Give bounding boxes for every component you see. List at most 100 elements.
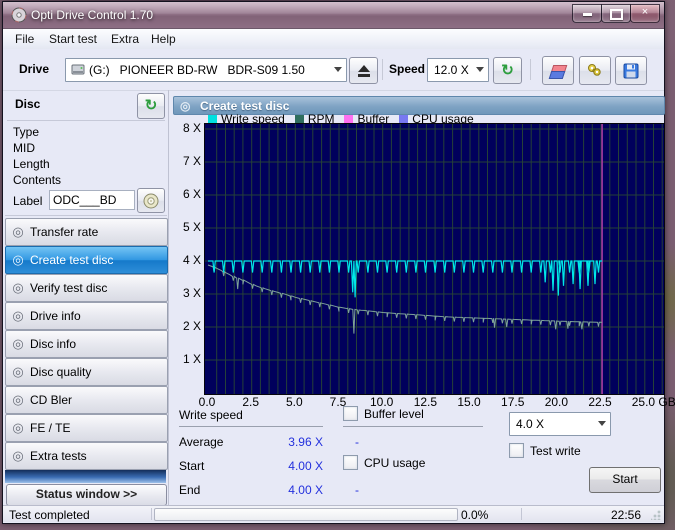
sidebar-item-disc-quality[interactable]: ◎ Disc quality: [5, 358, 168, 386]
divider: [343, 426, 483, 427]
maximize-button[interactable]: [601, 4, 631, 23]
resize-grip[interactable]: [651, 510, 661, 520]
sidebar-item-create-test-disc[interactable]: ◎ Create test disc: [5, 246, 168, 274]
y-tick-label: 8 X: [182, 121, 201, 135]
end-value: 4.00 X: [288, 483, 323, 497]
chevron-down-icon: [598, 421, 606, 426]
disc-length-label: Length: [13, 157, 50, 171]
license-keys-button[interactable]: [579, 56, 611, 85]
menu-file[interactable]: File: [9, 32, 40, 46]
test-write-label: Test write: [530, 443, 581, 458]
status-window-button[interactable]: Status window >>: [6, 484, 167, 506]
drive-select-value: (G:) PIONEER BD-RW BDR-S09 1.50: [89, 63, 305, 77]
eject-button[interactable]: [349, 57, 378, 84]
y-tick-label: 1 X: [182, 352, 201, 366]
buffer-level-label: Buffer level: [364, 406, 424, 421]
test-speed-select[interactable]: 4.0 X: [509, 412, 611, 436]
menu-extra[interactable]: Extra: [105, 32, 145, 46]
speed-label: Speed: [389, 62, 426, 76]
average-label: Average: [179, 435, 224, 449]
end-label: End: [179, 483, 201, 497]
title-bar[interactable]: Opti Drive Control 1.70 ×: [3, 2, 664, 29]
sidebar-item-label: Create test disc: [30, 253, 114, 267]
keys-icon: [588, 63, 601, 76]
erase-disc-button[interactable]: [542, 56, 574, 85]
status-bar: Test completed 0.0% 22:56: [3, 505, 664, 522]
drive-select[interactable]: (G:) PIONEER BD-RW BDR-S09 1.50: [65, 58, 347, 82]
x-tick-label: 5.0: [286, 395, 303, 409]
disc-icon: ◎: [12, 448, 24, 463]
divider: [5, 215, 167, 216]
sidebar-item-extra-tests[interactable]: ◎ Extra tests: [5, 442, 168, 470]
speed-select-value: 12.0 X: [434, 63, 469, 77]
status-text: Test completed: [9, 508, 90, 522]
disc-label-input[interactable]: [49, 190, 135, 210]
eraser-icon: [548, 64, 568, 79]
sidebar-item-label: Disc quality: [30, 365, 92, 379]
disc-icon: ◎: [12, 420, 24, 435]
sidebar-item-transfer-rate[interactable]: ◎ Transfer rate: [5, 218, 168, 246]
test-speed-value: 4.0 X: [516, 417, 545, 431]
app-window: Opti Drive Control 1.70 × File Start tes…: [2, 1, 675, 524]
x-tick-label: 20.0: [544, 395, 569, 409]
save-button[interactable]: [615, 56, 647, 85]
write-label-button[interactable]: [137, 188, 165, 213]
x-tick-label: 17.5: [501, 395, 525, 409]
buffer-level-value: -: [355, 435, 359, 449]
sidebar-item-verify-test-disc[interactable]: ◎ Verify test disc: [5, 274, 168, 302]
sidebar-item-label: Drive info: [30, 309, 81, 323]
disc-icon: ◎: [180, 99, 191, 113]
cd-icon: [143, 193, 159, 208]
menu-help[interactable]: Help: [145, 32, 182, 46]
y-tick-label: 3 X: [182, 286, 201, 300]
write-speed-chart: [204, 123, 665, 395]
disc-icon: ◎: [12, 336, 24, 351]
y-tick-label: 2 X: [182, 319, 201, 333]
sidebar-item-cd-bler[interactable]: ◎ CD Bler: [5, 386, 168, 414]
buffer-level-checkbox[interactable]: [343, 406, 358, 421]
write-speed-group-title: Write speed: [179, 408, 243, 422]
sidebar-item-label: Transfer rate: [30, 225, 99, 239]
drive-label: Drive: [19, 62, 50, 76]
menu-start-test[interactable]: Start test: [43, 32, 103, 46]
minimize-button[interactable]: [572, 4, 602, 23]
refresh-icon: ↻: [144, 97, 158, 114]
toolbar-separator: [530, 59, 531, 80]
disc-mid-label: MID: [13, 141, 35, 155]
test-write-checkbox[interactable]: [509, 443, 524, 458]
x-tick-label: 15.0: [457, 395, 481, 409]
x-tick-label: 25.0 GB: [631, 395, 675, 409]
x-tick-label: 22.5: [588, 395, 612, 409]
start-test-button[interactable]: Start: [589, 467, 661, 493]
disc-icon: ◎: [12, 392, 24, 407]
sidebar-item-label: FE / TE: [30, 421, 71, 435]
cpu-usage-checkbox[interactable]: [343, 455, 358, 470]
refresh-speeds-button[interactable]: ↻: [493, 57, 522, 84]
sidebar-item-label: Disc info: [30, 337, 77, 351]
elapsed-time: 22:56: [610, 508, 641, 522]
cpu-usage-row: CPU usage: [343, 455, 425, 470]
start-label: Start: [179, 459, 205, 473]
chevron-down-icon: [334, 67, 342, 72]
test-write-row: Test write: [509, 443, 581, 458]
disc-icon: ◎: [12, 308, 24, 323]
start-value: 4.00 X: [288, 459, 323, 473]
refresh-disc-button[interactable]: ↻: [137, 93, 165, 119]
close-button[interactable]: ×: [630, 4, 660, 23]
y-tick-label: 7 X: [182, 154, 201, 168]
progress-percent: 0.0%: [461, 508, 489, 522]
disc-type-label: Type: [13, 125, 40, 139]
sidebar-item-fe-te[interactable]: ◎ FE / TE: [5, 414, 168, 442]
drive-toolbar: Drive (G:) PIONEER BD-RW BDR-S09 1.50 Sp…: [3, 49, 664, 91]
refresh-icon: ↻: [501, 61, 514, 79]
cpu-usage-label: CPU usage: [364, 455, 426, 470]
eject-icon: [357, 64, 370, 77]
y-tick-label: 4 X: [182, 253, 201, 267]
sidebar-item-label: CD Bler: [30, 393, 73, 407]
sidebar-item-label: Verify test disc: [30, 281, 108, 295]
toolbar-separator: [382, 59, 383, 80]
sidebar-item-drive-info[interactable]: ◎ Drive info: [5, 302, 168, 330]
sidebar-item-disc-info[interactable]: ◎ Disc info: [5, 330, 168, 358]
speed-select[interactable]: 12.0 X: [427, 58, 489, 82]
app-disc-icon: [11, 7, 27, 23]
